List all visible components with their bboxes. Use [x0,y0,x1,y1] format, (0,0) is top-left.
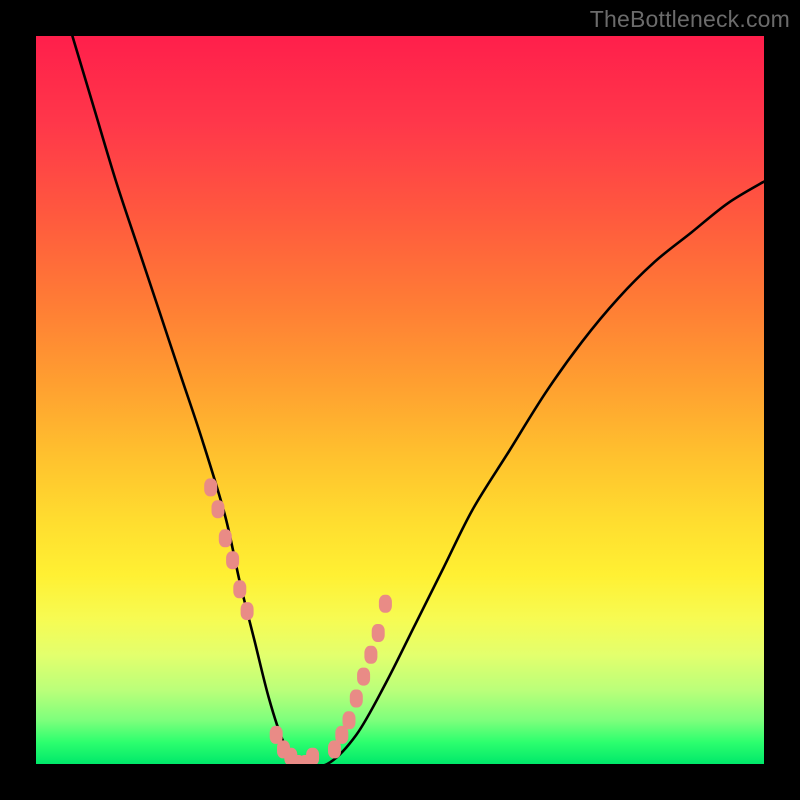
plot-area [36,36,764,764]
marker-point [364,646,377,664]
marker-point [379,595,392,613]
marker-point [306,748,319,764]
marker-point [212,500,225,518]
watermark-text: TheBottleneck.com [590,6,790,33]
marker-point [357,668,370,686]
marker-point [372,624,385,642]
marker-point [219,529,232,547]
marker-point [350,690,363,708]
marker-point [233,580,246,598]
bottleneck-curve [72,36,764,764]
marker-point [241,602,254,620]
chart-frame: TheBottleneck.com [0,0,800,800]
chart-svg [36,36,764,764]
marker-point [226,551,239,569]
marker-point [204,478,217,496]
marker-point [343,711,356,729]
